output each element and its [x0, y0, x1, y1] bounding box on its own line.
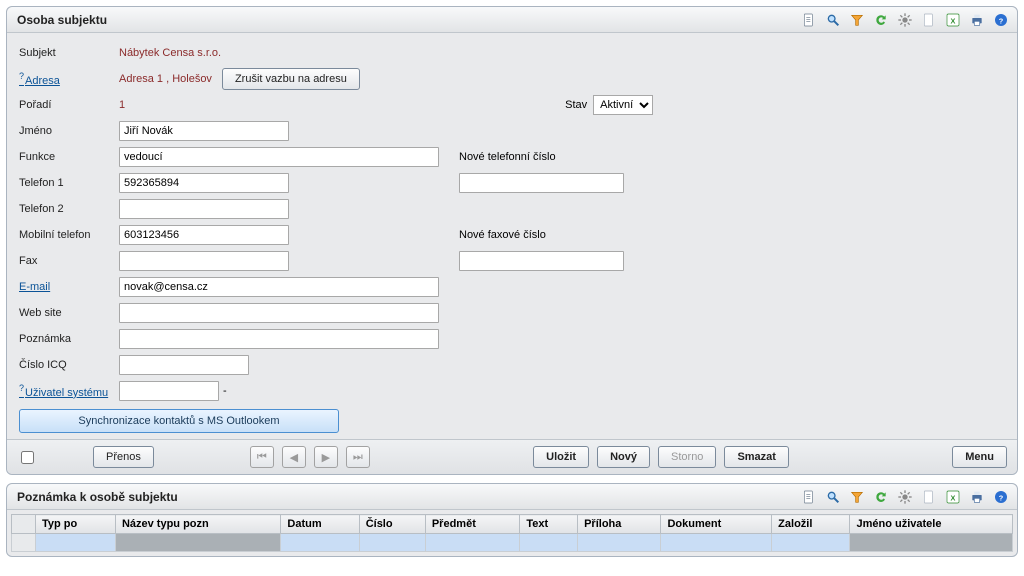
label-telefon2: Telefon 2	[19, 203, 119, 215]
telefon1-input[interactable]	[119, 173, 289, 193]
label-mobil: Mobilní telefon	[19, 229, 119, 241]
col-text[interactable]: Text	[520, 515, 578, 534]
gear-icon[interactable]	[895, 10, 915, 30]
page-icon[interactable]	[799, 10, 819, 30]
refresh-icon[interactable]	[871, 10, 891, 30]
svg-text:?: ?	[999, 16, 1004, 25]
notes-header: Poznámka k osobě subjektu X ?	[7, 484, 1017, 510]
table-header-row: Typ po Název typu pozn Datum Číslo Předm…	[12, 515, 1013, 534]
excel-icon[interactable]: X	[943, 487, 963, 507]
notes-toolbar: X ?	[799, 487, 1011, 507]
label-web: Web site	[19, 307, 119, 319]
label-icq: Číslo ICQ	[19, 359, 119, 371]
label-novy-fax: Nové faxové číslo	[459, 229, 546, 241]
novy-fax-input[interactable]	[459, 251, 624, 271]
menu-button[interactable]: Menu	[952, 446, 1007, 468]
col-predmet[interactable]: Předmět	[425, 515, 520, 534]
search-icon[interactable]	[823, 10, 843, 30]
uzivatel-input[interactable]	[119, 381, 219, 401]
filter-icon[interactable]	[847, 487, 867, 507]
gear-icon[interactable]	[895, 487, 915, 507]
page-icon[interactable]	[799, 487, 819, 507]
label-poznamka: Poznámka	[19, 333, 119, 345]
col-datum[interactable]: Datum	[281, 515, 359, 534]
help-icon[interactable]: ?	[991, 487, 1011, 507]
svg-text:?: ?	[999, 493, 1004, 502]
mobil-input[interactable]	[119, 225, 289, 245]
label-fax: Fax	[19, 255, 119, 267]
panel-header: Osoba subjektu X ?	[7, 7, 1017, 33]
label-uzivatel: Uživatel systému	[19, 383, 119, 399]
delete-button[interactable]: Smazat	[724, 446, 789, 468]
label-poradi: Pořadí	[19, 99, 119, 111]
notes-body: Typ po Název typu pozn Datum Číslo Předm…	[7, 510, 1017, 556]
value-adresa: Adresa 1 , Holešov	[119, 73, 212, 85]
cancel-address-link-button[interactable]: Zrušit vazbu na adresu	[222, 68, 360, 90]
notes-title: Poznámka k osobě subjektu	[17, 490, 178, 504]
icq-input[interactable]	[119, 355, 249, 375]
new-button[interactable]: Nový	[597, 446, 650, 468]
col-zalozil[interactable]: Založil	[772, 515, 850, 534]
panel-title: Osoba subjektu	[17, 13, 107, 27]
col-typ[interactable]: Typ po	[36, 515, 116, 534]
toolbar: X ?	[799, 10, 1011, 30]
person-panel: Osoba subjektu X ? Subjekt Nábytek Censa…	[6, 6, 1018, 475]
label-novy-tel: Nové telefonní číslo	[459, 151, 556, 163]
excel-icon[interactable]: X	[943, 10, 963, 30]
uzivatel-suffix: -	[223, 385, 227, 397]
col-priloha[interactable]: Příloha	[578, 515, 661, 534]
nav-first-button[interactable]: ⏮	[250, 446, 274, 468]
new-page-icon[interactable]	[919, 10, 939, 30]
svg-text:X: X	[951, 493, 956, 502]
filter-icon[interactable]	[847, 10, 867, 30]
value-poradi: 1	[119, 99, 125, 111]
notes-panel: Poznámka k osobě subjektu X ? Typ po Náz…	[6, 483, 1018, 557]
sync-outlook-button[interactable]: Synchronizace kontaktů s MS Outlookem	[19, 409, 339, 433]
email-input[interactable]	[119, 277, 439, 297]
jmeno-input[interactable]	[119, 121, 289, 141]
web-input[interactable]	[119, 303, 439, 323]
link-email[interactable]: E-mail	[19, 281, 50, 293]
label-adresa: Adresa	[19, 71, 119, 87]
notes-table[interactable]: Typ po Název typu pozn Datum Číslo Předm…	[11, 514, 1013, 552]
save-button[interactable]: Uložit	[533, 446, 589, 468]
fax-input[interactable]	[119, 251, 289, 271]
nav-prev-button[interactable]: ◀	[282, 446, 306, 468]
label-stav: Stav	[565, 99, 587, 111]
stav-select[interactable]: Aktivní	[593, 95, 653, 115]
label-subjekt: Subjekt	[19, 47, 119, 59]
telefon2-input[interactable]	[119, 199, 289, 219]
link-adresa[interactable]: Adresa	[19, 75, 60, 87]
label-jmeno: Jméno	[19, 125, 119, 137]
col-cislo[interactable]: Číslo	[359, 515, 425, 534]
refresh-icon[interactable]	[871, 487, 891, 507]
funkce-input[interactable]	[119, 147, 439, 167]
nav-last-button[interactable]: ⏭	[346, 446, 370, 468]
col-dokument[interactable]: Dokument	[661, 515, 772, 534]
new-page-icon[interactable]	[919, 487, 939, 507]
footer-checkbox[interactable]	[21, 451, 34, 464]
panel-body: Subjekt Nábytek Censa s.r.o. Adresa Adre…	[7, 33, 1017, 439]
footer-bar: Přenos ⏮ ◀ ▶ ⏭ Uložit Nový Storno Smazat…	[7, 439, 1017, 474]
link-uzivatel[interactable]: Uživatel systému	[19, 387, 108, 399]
label-telefon1: Telefon 1	[19, 177, 119, 189]
col-jmeno-uz[interactable]: Jméno uživatele	[850, 515, 1013, 534]
table-row[interactable]	[12, 534, 1013, 552]
print-icon[interactable]	[967, 487, 987, 507]
search-icon[interactable]	[823, 487, 843, 507]
label-email: E-mail	[19, 281, 119, 293]
prenos-button[interactable]: Přenos	[93, 446, 154, 468]
col-rownum[interactable]	[12, 515, 36, 534]
label-funkce: Funkce	[19, 151, 119, 163]
storno-button[interactable]: Storno	[658, 446, 716, 468]
help-icon[interactable]: ?	[991, 10, 1011, 30]
nav-next-button[interactable]: ▶	[314, 446, 338, 468]
print-icon[interactable]	[967, 10, 987, 30]
value-subjekt: Nábytek Censa s.r.o.	[119, 47, 221, 59]
poznamka-input[interactable]	[119, 329, 439, 349]
svg-text:X: X	[951, 16, 956, 25]
novy-tel-input[interactable]	[459, 173, 624, 193]
col-nazev[interactable]: Název typu pozn	[115, 515, 280, 534]
